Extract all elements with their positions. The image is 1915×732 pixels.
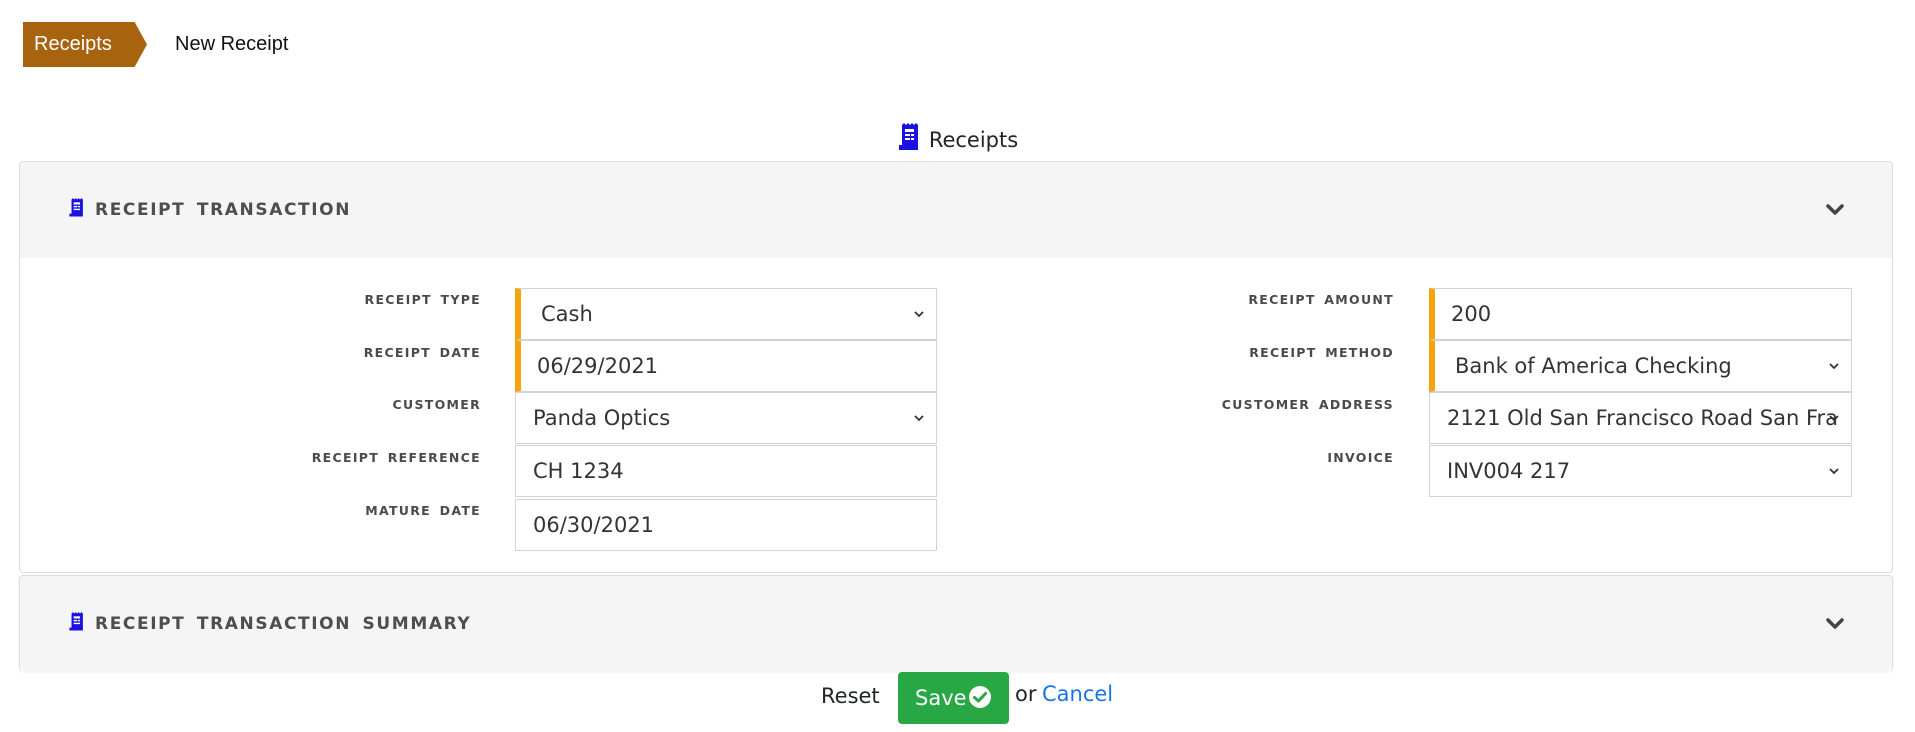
section-title: RECEIPT TRANSACTION bbox=[68, 162, 351, 258]
customer-select[interactable]: Panda Optics bbox=[515, 392, 937, 444]
breadcrumb-receipts-link[interactable]: Receipts bbox=[23, 22, 147, 67]
receipt-transaction-header[interactable]: RECEIPT TRANSACTION bbox=[20, 162, 1892, 258]
chevron-down-icon bbox=[1829, 363, 1839, 370]
customer-address-select[interactable]: 2121 Old San Francisco Road San Fra bbox=[1429, 392, 1852, 444]
page-title: Receipts bbox=[0, 123, 1915, 156]
receipt-method-label: RECEIPT METHOD bbox=[1249, 345, 1394, 360]
receipt-reference-label: RECEIPT REFERENCE bbox=[311, 450, 481, 465]
chevron-down-icon bbox=[914, 415, 924, 422]
customer-label: CUSTOMER bbox=[392, 397, 481, 412]
chevron-down-icon[interactable] bbox=[1823, 612, 1847, 636]
or-text: or bbox=[1015, 682, 1037, 706]
check-circle-icon bbox=[969, 686, 991, 708]
section-title: RECEIPT TRANSACTION SUMMARY bbox=[68, 576, 471, 672]
receipt-date-input[interactable]: 06/29/2021 bbox=[515, 340, 937, 392]
mature-date-input[interactable]: 06/30/2021 bbox=[515, 499, 937, 551]
breadcrumb-current: New Receipt bbox=[175, 33, 289, 55]
invoice-label: INVOICE bbox=[1327, 450, 1394, 465]
mature-date-label: MATURE DATE bbox=[365, 503, 481, 518]
receipt-amount-input[interactable]: 200 bbox=[1429, 288, 1852, 340]
receipt-summary-card: RECEIPT TRANSACTION SUMMARY bbox=[19, 575, 1893, 672]
chevron-down-icon bbox=[1829, 415, 1839, 422]
chevron-down-icon[interactable] bbox=[1823, 198, 1847, 222]
reset-button[interactable]: Reset bbox=[821, 684, 880, 708]
receipt-reference-input[interactable]: CH 1234 bbox=[515, 445, 937, 497]
receipt-date-label: RECEIPT DATE bbox=[363, 345, 481, 360]
invoice-select[interactable]: INV004 217 bbox=[1429, 445, 1852, 497]
page-title-text: Receipts bbox=[928, 128, 1019, 152]
receipt-icon bbox=[68, 579, 85, 675]
receipt-icon bbox=[68, 165, 85, 261]
cancel-link[interactable]: Cancel bbox=[1042, 682, 1113, 706]
receipt-amount-label: RECEIPT AMOUNT bbox=[1248, 292, 1394, 307]
customer-address-label: CUSTOMER ADDRESS bbox=[1221, 397, 1394, 412]
save-button[interactable]: Save bbox=[898, 672, 1009, 724]
chevron-down-icon bbox=[1829, 468, 1839, 475]
chevron-down-icon bbox=[914, 311, 924, 318]
receipt-icon bbox=[897, 123, 921, 156]
receipt-type-select[interactable]: Cash bbox=[515, 288, 937, 340]
receipt-method-select[interactable]: Bank of America Checking bbox=[1429, 340, 1852, 392]
receipt-summary-header[interactable]: RECEIPT TRANSACTION SUMMARY bbox=[20, 576, 1892, 672]
receipt-type-label: RECEIPT TYPE bbox=[364, 292, 481, 307]
